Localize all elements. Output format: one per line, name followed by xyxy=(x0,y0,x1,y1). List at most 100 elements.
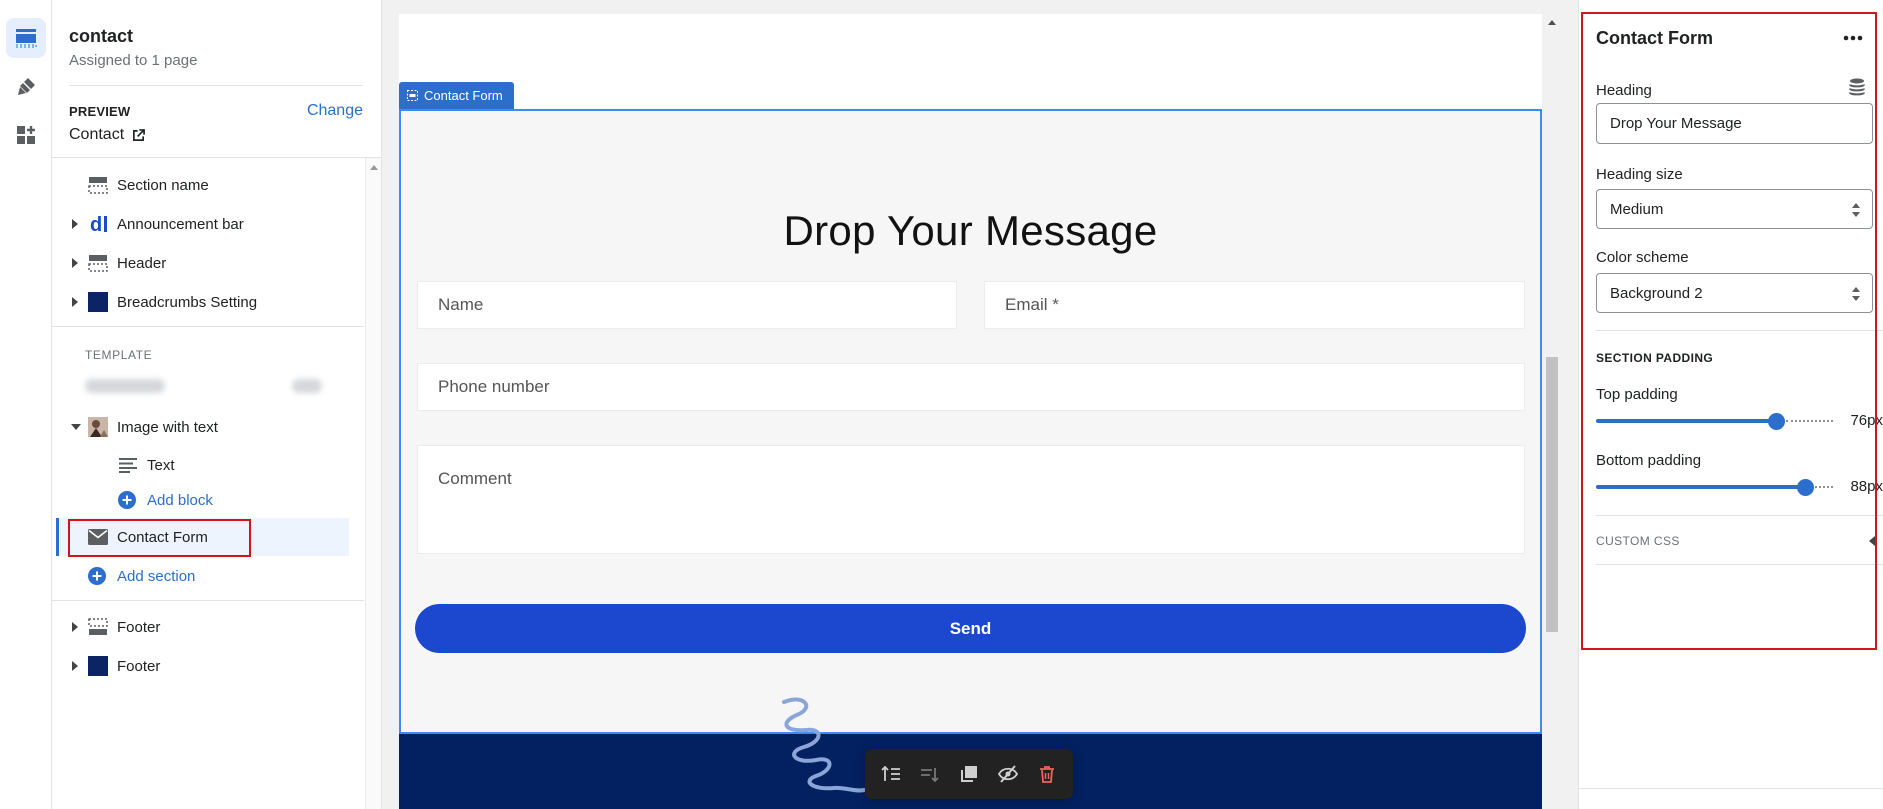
preview-page-label: Contact xyxy=(69,126,125,143)
trash-icon xyxy=(1040,766,1055,783)
section-item-label: Announcement bar xyxy=(117,215,244,233)
color-scheme-select[interactable]: Background 2 xyxy=(1596,273,1873,313)
section-item-section-name[interactable]: Section name xyxy=(52,167,365,203)
caret-right-icon[interactable] xyxy=(72,622,78,632)
add-block-label: Add block xyxy=(147,491,213,509)
external-link-icon xyxy=(133,128,146,141)
decorative-squiggle-icon xyxy=(782,697,866,793)
divider xyxy=(1596,564,1883,565)
caret-right-icon[interactable] xyxy=(72,661,78,671)
caret-right-icon[interactable] xyxy=(72,297,78,307)
move-down-icon xyxy=(920,768,939,783)
move-up-button[interactable] xyxy=(873,756,909,792)
custom-css-toggle[interactable]: CUSTOM CSS xyxy=(1596,534,1680,548)
send-button[interactable]: Send xyxy=(415,604,1526,653)
add-section-label: Add section xyxy=(117,567,196,585)
bottom-padding-value: 88px xyxy=(1850,478,1883,495)
section-tag-icon xyxy=(407,90,418,101)
divider xyxy=(1596,330,1883,331)
canvas-scrollbar[interactable] xyxy=(1544,14,1560,809)
duplicate-button[interactable] xyxy=(951,756,987,792)
section-item-footer[interactable]: Footer xyxy=(52,648,365,684)
sections-sidebar: contact Assigned to 1 page PREVIEW Chang… xyxy=(52,0,382,809)
caret-right-icon[interactable] xyxy=(72,219,78,229)
hide-button[interactable] xyxy=(990,756,1026,792)
preview-page-link[interactable]: Contact xyxy=(69,126,146,144)
block-item-label: Text xyxy=(147,456,175,474)
icon-rail xyxy=(0,0,52,809)
add-block-button[interactable]: Add block xyxy=(52,482,365,518)
more-horizontal-icon xyxy=(1843,35,1863,41)
add-section-button[interactable]: Add section xyxy=(52,558,365,594)
block-item-text[interactable]: Text xyxy=(52,447,365,483)
app-embeds-tab[interactable] xyxy=(6,115,46,155)
scroll-thumb[interactable] xyxy=(1546,357,1558,632)
scroll-up-icon[interactable] xyxy=(1548,20,1556,25)
eye-off-icon xyxy=(998,765,1019,783)
svg-text:d: d xyxy=(90,214,102,234)
heading-label: Heading xyxy=(1596,82,1652,99)
section-item-announcement-bar[interactable]: d Announcement bar xyxy=(52,206,365,242)
duplicate-icon xyxy=(960,766,977,782)
section-item-label: Footer xyxy=(117,657,161,675)
slider-fill xyxy=(1596,419,1776,423)
section-item-contact-form[interactable]: Contact Form xyxy=(52,519,365,555)
caret-left-icon[interactable] xyxy=(1869,536,1875,546)
text-lines-icon xyxy=(118,455,138,475)
top-padding-value: 76px xyxy=(1850,412,1883,429)
blurred-item xyxy=(292,379,322,393)
sections-icon xyxy=(15,29,37,48)
top-padding-label: Top padding xyxy=(1596,386,1678,403)
heading-size-value: Medium xyxy=(1610,200,1664,218)
announcement-app-icon: d xyxy=(88,214,108,234)
email-input[interactable]: Email * xyxy=(984,281,1525,329)
divider xyxy=(52,600,364,601)
form-heading: Drop Your Message xyxy=(783,207,1158,254)
name-input[interactable]: Name xyxy=(417,281,957,329)
phone-input[interactable]: Phone number xyxy=(417,363,1525,411)
theme-settings-tab[interactable] xyxy=(6,67,46,107)
bottom-padding-label: Bottom padding xyxy=(1596,452,1702,469)
more-actions-button[interactable] xyxy=(1841,28,1865,48)
move-down-button[interactable] xyxy=(912,756,948,792)
section-item-image-with-text[interactable]: Image with text xyxy=(52,409,365,445)
blurred-item xyxy=(85,379,165,393)
slider-rest xyxy=(1815,486,1833,488)
bottom-padding-slider[interactable] xyxy=(1596,477,1833,497)
paintbrush-icon xyxy=(18,78,35,95)
caret-right-icon[interactable] xyxy=(72,258,78,268)
breadcrumbs-app-icon xyxy=(88,292,108,312)
delete-button[interactable] xyxy=(1029,756,1065,792)
apps-icon xyxy=(17,126,35,144)
footer-app-icon xyxy=(88,656,108,676)
section-item-header[interactable]: Header xyxy=(52,245,365,281)
preview-canvas: Contact Form Drop Your Message Name Emai… xyxy=(383,0,1578,809)
scroll-up-icon[interactable] xyxy=(370,165,378,170)
slider-thumb[interactable] xyxy=(1768,413,1785,430)
heading-size-select[interactable]: Medium xyxy=(1596,189,1873,229)
slider-rest xyxy=(1786,420,1833,422)
slider-thumb[interactable] xyxy=(1797,479,1814,496)
dynamic-source-icon[interactable] xyxy=(1849,78,1865,96)
template-label: TEMPLATE xyxy=(85,348,153,362)
section-toolbar xyxy=(865,749,1073,799)
section-tag[interactable]: Contact Form xyxy=(399,82,514,109)
plus-circle-icon xyxy=(87,566,107,586)
section-item-breadcrumbs[interactable]: Breadcrumbs Setting xyxy=(52,284,365,320)
preview-label: PREVIEW xyxy=(69,104,131,119)
caret-down-icon[interactable] xyxy=(71,424,81,430)
comment-textarea[interactable]: Comment xyxy=(417,445,1525,554)
section-padding-heading: SECTION PADDING xyxy=(1596,351,1714,365)
preview-change-link[interactable]: Change xyxy=(307,102,363,120)
settings-panel: Contact Form Heading Drop Your Message H… xyxy=(1578,0,1883,809)
top-padding-slider[interactable] xyxy=(1596,411,1833,431)
sections-tab[interactable] xyxy=(6,18,46,58)
section-item-footer-group[interactable]: Footer xyxy=(52,609,365,645)
sidebar-scrollbar[interactable] xyxy=(365,158,381,809)
contact-form-section[interactable]: Drop Your Message Name Email * Phone num… xyxy=(399,109,1542,734)
image-thumbnail-icon xyxy=(88,417,108,437)
heading-input[interactable]: Drop Your Message xyxy=(1596,103,1873,144)
header-layout-icon xyxy=(88,253,108,273)
color-scheme-value: Background 2 xyxy=(1610,284,1703,302)
section-item-label: Footer xyxy=(117,618,161,636)
